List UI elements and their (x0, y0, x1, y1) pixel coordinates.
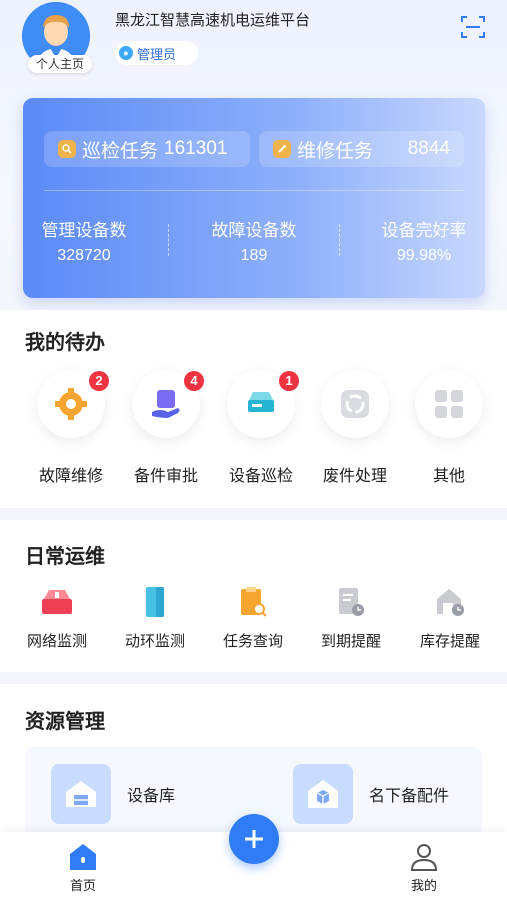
box-icon (308, 780, 338, 808)
daily-label: 动环监测 (124, 633, 185, 650)
clipboard-search-icon (241, 587, 267, 617)
daily-item-env-monitor[interactable]: 动环监测 (113, 585, 197, 651)
recycle-icon (341, 390, 369, 418)
todo-badge: 2 (89, 371, 109, 391)
scan-icon[interactable] (460, 14, 486, 40)
todo-item-device-inspection[interactable]: 1 设备巡检 (221, 370, 301, 486)
daily-label: 库存提醒 (419, 633, 480, 650)
resource-icon-box (51, 764, 111, 824)
daily-label: 任务查询 (222, 633, 283, 650)
todo-icon-circle: 1 (227, 370, 299, 438)
tab-mine[interactable]: 我的 (394, 842, 454, 894)
repair-task-pill[interactable]: 维修任务 8844 (259, 131, 464, 167)
patrol-task-icon (58, 140, 76, 158)
todo-icon-circle (321, 370, 389, 438)
daily-icon (113, 585, 197, 619)
tab-home[interactable]: 首页 (53, 842, 113, 894)
daily-icon (15, 585, 99, 619)
patrol-task-value: 161301 (164, 138, 228, 159)
resource-label: 设备库 (127, 788, 176, 805)
todo-section-title: 我的待办 (25, 332, 105, 354)
daily-item-expiry-reminder[interactable]: 到期提醒 (309, 585, 393, 651)
stat-faulty-devices[interactable]: 故障设备数 189 (208, 216, 300, 265)
document-clock-icon (339, 588, 364, 616)
todo-icon-circle: 2 (37, 370, 109, 438)
todo-label: 设备巡检 (228, 468, 293, 485)
daily-icon (408, 585, 492, 619)
wrench-gear-icon (55, 388, 87, 420)
daily-item-stock-reminder[interactable]: 库存提醒 (408, 585, 492, 651)
repair-task-value: 8844 (407, 138, 450, 159)
todo-item-fault-repair[interactable]: 2 故障维修 (31, 370, 111, 486)
stat-separator (339, 224, 340, 256)
stat-value: 328720 (57, 247, 111, 264)
daily-item-task-query[interactable]: 任务查询 (211, 585, 295, 651)
todo-label: 其他 (432, 468, 465, 485)
todo-icon-circle (415, 370, 483, 438)
home-icon (70, 844, 96, 870)
grid-icon (435, 390, 463, 418)
todo-item-other[interactable]: 其他 (409, 370, 489, 486)
daily-icon (211, 585, 295, 619)
daily-icon (309, 585, 393, 619)
daily-item-network-monitor[interactable]: 网络监测 (15, 585, 99, 651)
resource-item-my-spare-parts[interactable]: 名下备配件 (293, 764, 449, 824)
patrol-task-pill[interactable]: 巡检任务 161301 (44, 131, 250, 167)
stat-value: 99.98% (396, 247, 452, 264)
cabinet-icon (146, 587, 164, 617)
stat-separator (168, 224, 169, 256)
stat-label: 故障设备数 (211, 221, 297, 240)
todo-label: 备件审批 (133, 468, 198, 485)
stats-card: 巡检任务 161301 维修任务 8844 管理设备数 328720 故障设备数… (23, 98, 485, 298)
warehouse-icon (66, 781, 96, 807)
todo-badge: 1 (279, 371, 299, 391)
patrol-task-label: 巡检任务 (82, 140, 159, 162)
stat-label: 管理设备数 (41, 221, 127, 240)
warehouse-clock-icon (437, 589, 464, 616)
personal-homepage-badge[interactable]: 个人主页 (28, 55, 92, 73)
resource-item-device-library[interactable]: 设备库 (51, 764, 175, 824)
resource-label: 名下备配件 (369, 788, 450, 805)
hand-document-icon (152, 390, 180, 418)
server-device-icon (248, 392, 274, 412)
todo-item-waste-handling[interactable]: 废件处理 (315, 370, 395, 486)
stat-label: 设备完好率 (381, 221, 467, 240)
tab-home-label: 首页 (69, 878, 96, 893)
tab-mine-label: 我的 (410, 878, 437, 893)
daily-label: 网络监测 (26, 633, 87, 650)
repair-task-label: 维修任务 (297, 140, 374, 162)
todo-icon-circle: 4 (132, 370, 204, 438)
resource-section-title: 资源管理 (25, 711, 105, 733)
user-icon: ● (119, 46, 133, 60)
network-server-icon (42, 590, 72, 614)
plus-icon (245, 830, 263, 848)
repair-task-icon (273, 140, 291, 158)
todo-item-parts-approval[interactable]: 4 备件审批 (126, 370, 206, 486)
daily-section-title: 日常运维 (25, 546, 105, 568)
profile-icon (410, 844, 438, 871)
role-pill: ● 管理员 (115, 41, 199, 65)
stat-intact-rate[interactable]: 设备完好率 99.98% (378, 216, 470, 265)
todo-label: 故障维修 (38, 468, 103, 485)
resource-icon-box (293, 764, 353, 824)
stats-divider (44, 190, 464, 191)
todo-badge: 4 (184, 371, 204, 391)
add-button[interactable] (229, 814, 279, 864)
avatar[interactable]: 个人主页 (22, 2, 94, 74)
role-label: 管理员 (137, 46, 177, 62)
app-title: 黑龙江智慧高速机电运维平台 (115, 12, 311, 29)
todo-label: 废件处理 (322, 468, 387, 485)
stat-value: 189 (240, 247, 268, 264)
stat-managed-devices[interactable]: 管理设备数 328720 (38, 216, 130, 265)
daily-label: 到期提醒 (320, 633, 381, 650)
